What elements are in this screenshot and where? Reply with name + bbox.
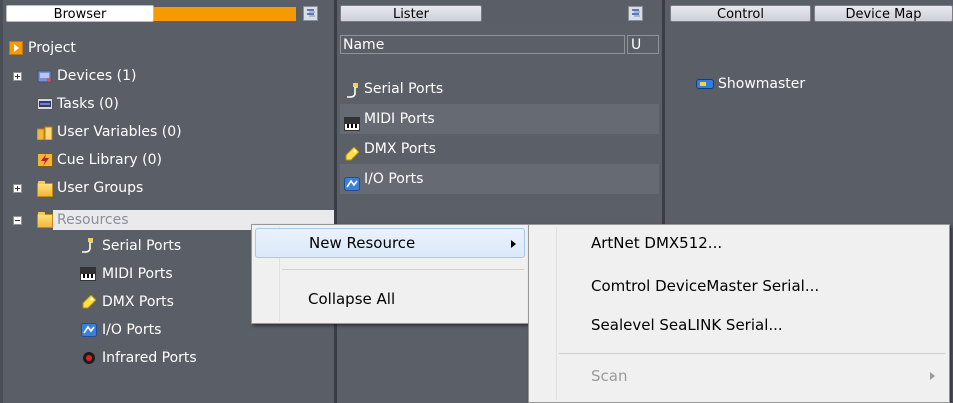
tab-browser[interactable]: Browser <box>6 5 154 22</box>
project-icon <box>9 41 23 55</box>
variables-icon <box>36 126 53 141</box>
tab-device-map[interactable]: Device Map <box>814 5 953 22</box>
tree-label: User Variables (0) <box>57 124 182 140</box>
lister-tabbar: Lister <box>337 0 662 24</box>
tree-label: Serial Ports <box>102 238 182 254</box>
infrared-port-icon <box>82 351 98 365</box>
tree-item-project[interactable]: Project <box>6 38 326 58</box>
serial-port-icon <box>80 238 96 253</box>
midi-port-icon <box>80 267 96 281</box>
menu-item-comtrol-devicemaster-serial[interactable]: Comtrol DeviceMaster Serial... <box>532 271 946 301</box>
folder-icon <box>37 212 53 228</box>
tree-item-infrared-ports[interactable]: Infrared Ports <box>6 348 326 368</box>
view-list-icon[interactable] <box>628 6 643 21</box>
tree-label: I/O Ports <box>102 322 162 338</box>
tab-control[interactable]: Control <box>670 5 811 22</box>
list-item-label: MIDI Ports <box>364 111 435 127</box>
submenu-new-resource: ArtNet DMX512... Comtrol DeviceMaster Se… <box>528 224 950 403</box>
tasks-icon <box>37 97 53 111</box>
lister-header: Name U <box>337 35 662 55</box>
tree-label: Tasks (0) <box>57 96 119 112</box>
list-item-dmx-ports[interactable]: DMX Ports <box>340 134 659 164</box>
device-label: Showmaster <box>718 76 806 92</box>
tree-label: Cue Library (0) <box>57 152 162 168</box>
tree-label: Project <box>28 40 76 56</box>
list-item-label: I/O Ports <box>364 171 424 187</box>
tree-label: MIDI Ports <box>102 266 173 282</box>
tree-item-cue-library[interactable]: Cue Library (0) <box>6 150 326 170</box>
context-menu: New Resource Collapse All <box>251 224 529 324</box>
dmx-port-icon <box>345 142 361 161</box>
folder-icon <box>37 181 53 197</box>
io-port-icon <box>344 172 360 191</box>
menu-item-label: Sealevel SeaLINK Serial... <box>591 316 783 334</box>
midi-port-icon <box>344 112 360 131</box>
menu-item-label: New Resource <box>309 234 416 252</box>
tree-item-user-groups[interactable]: User Groups <box>6 178 326 198</box>
cue-library-icon <box>37 153 53 167</box>
tree-label: Devices (1) <box>57 68 137 84</box>
menu-item-new-resource[interactable]: New Resource <box>255 228 525 258</box>
browser-tabbar: Browser <box>3 0 334 24</box>
menu-item-label: Comtrol DeviceMaster Serial... <box>591 277 820 295</box>
menu-item-label: Collapse All <box>308 290 396 308</box>
serial-port-icon <box>345 80 361 98</box>
tree-item-tasks[interactable]: Tasks (0) <box>6 94 326 114</box>
list-item-io-ports[interactable]: I/O Ports <box>340 164 659 194</box>
menu-item-sealevel-sealink-serial[interactable]: Sealevel SeaLINK Serial... <box>532 310 946 340</box>
tree-label: Resources <box>57 212 129 228</box>
menu-item-label: ArtNet DMX512... <box>591 234 723 252</box>
devices-icon <box>37 69 53 83</box>
tree-item-user-variables[interactable]: User Variables (0) <box>6 122 326 142</box>
showmaster-device-icon <box>696 79 714 89</box>
list-item-midi-ports[interactable]: MIDI Ports <box>340 104 659 134</box>
io-port-icon <box>81 323 97 337</box>
menu-separator <box>559 353 945 354</box>
menu-item-scan: Scan <box>532 361 946 391</box>
control-tabbar: Control Device Map <box>665 0 953 24</box>
list-item-label: Serial Ports <box>364 81 444 97</box>
expand-icon[interactable] <box>13 184 22 193</box>
dmx-port-icon <box>82 294 98 309</box>
tree-label: User Groups <box>57 180 144 196</box>
column-header-u[interactable]: U <box>627 35 659 54</box>
tab-lister[interactable]: Lister <box>340 5 482 22</box>
tree-label: Infrared Ports <box>102 350 197 366</box>
menu-item-label: Scan <box>591 367 628 385</box>
tree-label: DMX Ports <box>102 294 174 310</box>
submenu-arrow-icon <box>511 240 516 248</box>
browser-tab-accent <box>153 7 296 21</box>
tree-item-devices[interactable]: Devices (1) <box>6 66 326 86</box>
column-header-name[interactable]: Name <box>340 35 625 54</box>
view-list-icon[interactable] <box>303 6 318 21</box>
menu-separator <box>282 269 524 270</box>
expand-icon[interactable] <box>13 72 22 81</box>
browser-panel: Browser Project Devices (1) Tasks (0) Us… <box>3 0 334 403</box>
list-item-serial-ports[interactable]: Serial Ports <box>340 74 659 104</box>
list-item-label: DMX Ports <box>364 141 436 157</box>
collapse-icon[interactable] <box>13 216 22 225</box>
menu-item-artnet-dmx512[interactable]: ArtNet DMX512... <box>532 228 946 258</box>
menu-item-collapse-all[interactable]: Collapse All <box>255 284 525 314</box>
submenu-arrow-icon <box>930 372 935 380</box>
